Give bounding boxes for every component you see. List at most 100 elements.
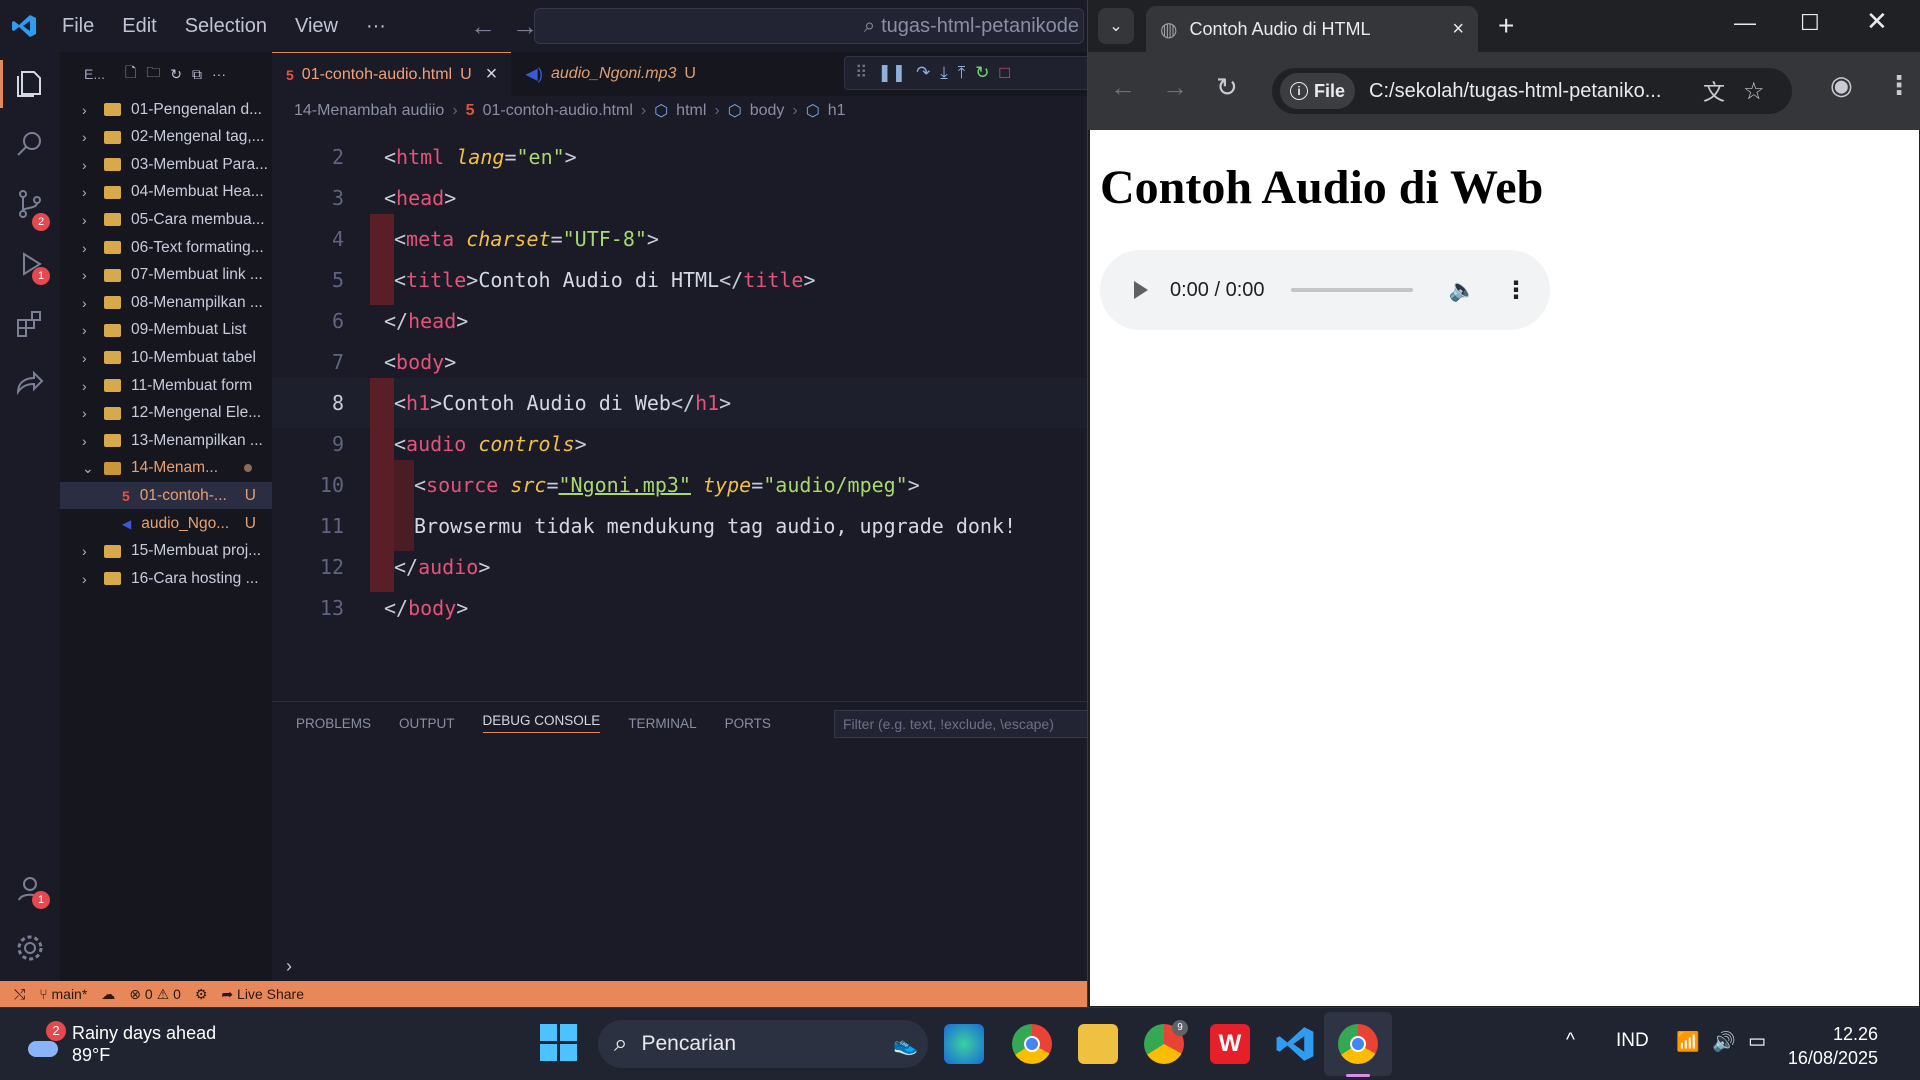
- tab-search-chevron-icon[interactable]: ⌄: [1098, 8, 1134, 44]
- extensions-icon[interactable]: [14, 308, 46, 340]
- code-editor[interactable]: 2 < html lang = "en" > 3 < head > 4 < meta char…: [272, 132, 1090, 702]
- tab-debug-console[interactable]: DEBUG CONSOLE: [482, 713, 601, 733]
- menu-view[interactable]: View: [281, 15, 352, 38]
- breadcrumb-body[interactable]: body: [750, 102, 785, 120]
- remote-icon[interactable]: ⤭: [14, 986, 25, 1003]
- tab-contoh-audio-html[interactable]: 5 01-contoh-audio.html U ×: [272, 52, 512, 96]
- refresh-icon[interactable]: ↻: [170, 66, 182, 83]
- tree-item[interactable]: › 02-Mengenal tag,...: [60, 124, 272, 151]
- tree-item[interactable]: › 03-Membuat Para...: [60, 151, 272, 178]
- back-arrow-icon[interactable]: ←: [470, 11, 496, 42]
- drag-handle-icon[interactable]: ⠿: [855, 63, 867, 83]
- tray-overflow-icon[interactable]: ^: [1566, 1030, 1575, 1052]
- new-file-icon[interactable]: 🗋: [125, 62, 136, 86]
- wps-office-icon[interactable]: W: [1210, 1024, 1250, 1064]
- breadcrumb-folder[interactable]: 14-Menambah audiio: [294, 102, 444, 120]
- tree-item[interactable]: › 16-Cara hosting ...: [60, 565, 272, 592]
- volume-icon[interactable]: 🔈: [1449, 277, 1476, 303]
- menu-more[interactable]: ···: [352, 15, 400, 38]
- tab-audio-ngoni[interactable]: ◀) audio_Ngoni.mp3 U: [511, 52, 710, 96]
- chrome-icon[interactable]: [1012, 1024, 1052, 1064]
- clock[interactable]: 12.26 16/08/2025: [1788, 1022, 1878, 1070]
- collapse-all-icon[interactable]: ⧉: [192, 66, 202, 83]
- input-language[interactable]: IND: [1616, 1030, 1649, 1052]
- breadcrumb-html[interactable]: html: [676, 102, 706, 120]
- sync-icon[interactable]: ☁: [101, 986, 115, 1003]
- volume-icon[interactable]: 🔊: [1712, 1030, 1736, 1054]
- edge-icon[interactable]: [944, 1024, 984, 1064]
- branch-item[interactable]: ⑂ main*: [39, 986, 87, 1002]
- weather-widget[interactable]: 2 Rainy days ahead 89°F: [28, 1021, 216, 1066]
- restart-icon[interactable]: ↻: [975, 63, 989, 83]
- site-info-chip[interactable]: i File: [1280, 73, 1356, 109]
- debug-icon[interactable]: ⚙: [195, 986, 208, 1003]
- tab-close-icon[interactable]: ×: [486, 63, 498, 86]
- audio-player[interactable]: 0:00 / 0:00 🔈 ⋮: [1100, 250, 1550, 330]
- more-actions-icon[interactable]: ···: [212, 66, 226, 82]
- explorer-icon[interactable]: [14, 68, 46, 100]
- taskbar-search[interactable]: ⌕ Pencarian 👟: [598, 1020, 928, 1068]
- window-close-icon[interactable]: ✕: [1866, 6, 1888, 37]
- bookmark-star-icon[interactable]: ☆: [1743, 77, 1765, 106]
- minimize-icon[interactable]: —: [1734, 10, 1756, 36]
- chrome-profile-icon[interactable]: 9: [1144, 1020, 1188, 1064]
- tree-item[interactable]: › 08-Menampilkan ...: [60, 289, 272, 316]
- live-share-item[interactable]: ➦ Live Share: [221, 986, 304, 1003]
- console-prompt-icon[interactable]: ›: [286, 956, 292, 977]
- windows-start-icon[interactable]: [540, 1024, 578, 1062]
- command-center-search[interactable]: ⌕ tugas-html-petanikode: [534, 8, 1084, 44]
- more-options-icon[interactable]: ⋮: [1504, 276, 1528, 305]
- tree-item[interactable]: ◀ audio_Ngo... U: [60, 510, 272, 537]
- tree-item[interactable]: › 09-Membuat List: [60, 317, 272, 344]
- problems-item[interactable]: ⊗ 0 ⚠ 0: [129, 986, 181, 1003]
- browser-tab[interactable]: ◍ Contoh Audio di HTML ×: [1146, 6, 1478, 52]
- tree-item[interactable]: › 07-Membuat link ...: [60, 262, 272, 289]
- forward-icon[interactable]: →: [1162, 72, 1188, 103]
- step-out-icon[interactable]: ⤒: [958, 63, 966, 83]
- tree-item[interactable]: 5 01-contoh-... U: [60, 482, 272, 510]
- tree-item[interactable]: › 05-Cara membua...: [60, 206, 272, 233]
- tab-problems[interactable]: PROBLEMS: [296, 716, 371, 731]
- step-into-icon[interactable]: ⤓: [940, 63, 948, 83]
- file-explorer-icon[interactable]: [1078, 1024, 1118, 1064]
- maximize-icon[interactable]: ☐: [1800, 10, 1820, 36]
- stop-icon[interactable]: □: [999, 63, 1009, 83]
- tree-item[interactable]: › 11-Membuat form: [60, 372, 272, 399]
- address-bar[interactable]: i File C:/sekolah/tugas-html-petaniko...…: [1272, 68, 1792, 114]
- tree-item[interactable]: › 12-Mengenal Ele...: [60, 400, 272, 427]
- new-folder-icon[interactable]: 🗀: [146, 62, 160, 86]
- tab-terminal[interactable]: TERMINAL: [628, 716, 696, 731]
- vscode-taskbar-icon[interactable]: [1275, 1024, 1315, 1064]
- tree-item[interactable]: › 01-Pengenalan d...: [60, 96, 272, 123]
- browser-tab-close-icon[interactable]: ×: [1452, 18, 1464, 41]
- breadcrumb-h1[interactable]: h1: [828, 102, 846, 120]
- tree-item[interactable]: › 06-Text formating...: [60, 234, 272, 261]
- tab-output[interactable]: OUTPUT: [399, 716, 455, 731]
- code-string-link[interactable]: "Ngoni.mp3": [559, 473, 691, 497]
- live-share-icon[interactable]: [14, 368, 46, 400]
- tree-item[interactable]: › 15-Membuat proj...: [60, 538, 272, 565]
- chrome-active-icon[interactable]: [1338, 1024, 1378, 1064]
- new-tab-icon[interactable]: +: [1498, 10, 1514, 42]
- menu-file[interactable]: File: [48, 15, 108, 38]
- step-over-icon[interactable]: ↷: [916, 63, 930, 83]
- profile-icon[interactable]: ◉: [1830, 70, 1853, 101]
- pause-icon[interactable]: ❚❚: [877, 63, 906, 83]
- tree-item[interactable]: › 10-Membuat tabel: [60, 344, 272, 371]
- tree-item[interactable]: ⌄ 14-Menam...: [60, 455, 272, 482]
- reload-icon[interactable]: ↻: [1216, 72, 1238, 103]
- battery-icon[interactable]: ▭: [1748, 1030, 1766, 1053]
- play-icon[interactable]: [1134, 281, 1148, 299]
- menu-selection[interactable]: Selection: [171, 15, 281, 38]
- tab-ports[interactable]: PORTS: [725, 716, 771, 731]
- menu-edit[interactable]: Edit: [108, 15, 170, 38]
- wifi-icon[interactable]: 📶: [1676, 1030, 1700, 1054]
- translate-icon[interactable]: 文: [1703, 75, 1725, 107]
- search-icon[interactable]: [14, 128, 46, 160]
- debug-filter-input[interactable]: Filter (e.g. text, !exclude, \escape): [834, 710, 1090, 738]
- breadcrumb-file[interactable]: 01-contoh-audio.html: [483, 102, 633, 120]
- settings-gear-icon[interactable]: [14, 932, 46, 964]
- tree-item[interactable]: › 04-Membuat Hea...: [60, 179, 272, 206]
- back-icon[interactable]: ←: [1110, 72, 1136, 103]
- menu-kebab-icon[interactable]: ⋮: [1886, 70, 1912, 101]
